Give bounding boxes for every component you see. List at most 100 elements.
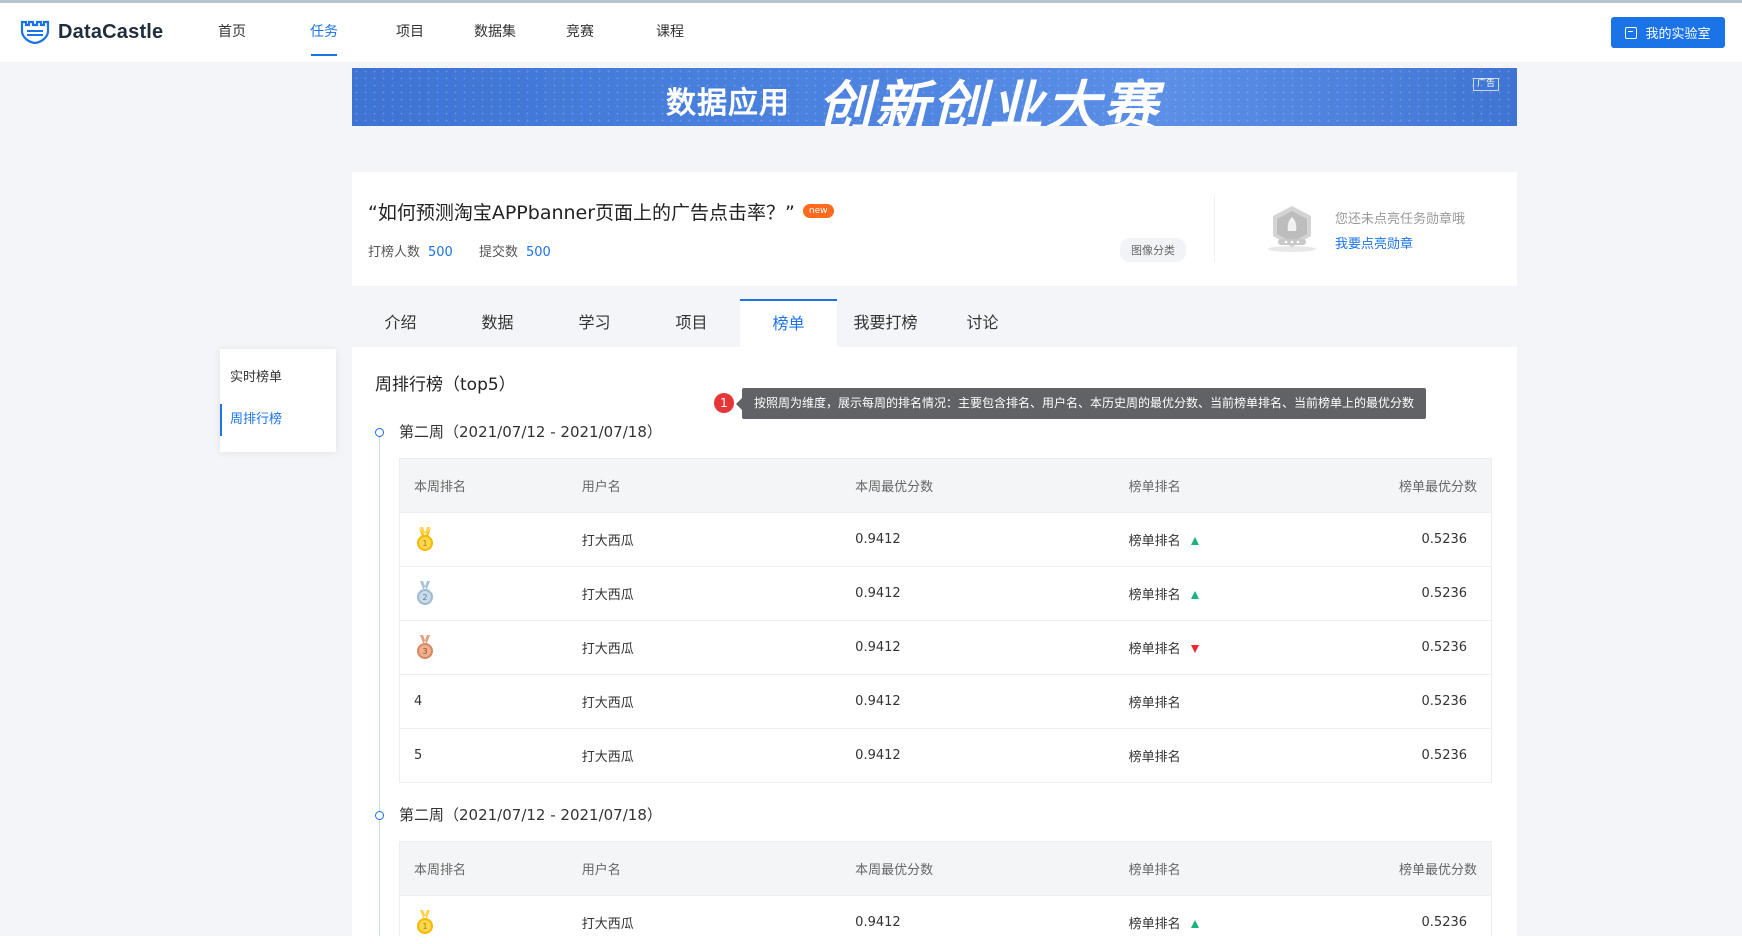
table-row: 2 打大西瓜 0.9412 榜单排名 0.5236: [400, 567, 1491, 621]
top-navbar: DataCastle 首页 任务 项目 数据集 竞赛 课程 我的实验室: [0, 0, 1742, 62]
tab-leaderboard[interactable]: 榜单: [740, 299, 837, 347]
nav-item-courses[interactable]: 课程: [606, 3, 734, 62]
submissions-value: 500: [526, 245, 551, 260]
nav-item-competitions[interactable]: 竞赛: [554, 3, 606, 62]
tab-submit[interactable]: 我要打榜: [837, 299, 934, 347]
board-score-cell: 0.5236: [1421, 640, 1468, 655]
participants-label: 打榜人数: [368, 245, 421, 260]
timeline-dot: [375, 428, 384, 437]
light-medal-link[interactable]: 我要点亮勋章: [1335, 233, 1413, 252]
username-cell[interactable]: 打大西瓜: [582, 638, 855, 657]
col-username: 用户名: [581, 863, 621, 878]
medal-rank-text: 2: [422, 593, 427, 602]
side-item-realtime[interactable]: 实时榜单: [220, 362, 336, 394]
table-header: 本周排名 用户名 本周最优分数 榜单排名 榜单最优分数: [400, 459, 1491, 513]
ad-banner[interactable]: 数据应用 创新创业大赛 广告: [352, 68, 1517, 126]
my-lab-button[interactable]: 我的实验室: [1611, 17, 1725, 48]
timeline-dot: [375, 811, 384, 820]
username-cell[interactable]: 打大西瓜: [582, 530, 855, 549]
rank-cell: 2: [400, 580, 582, 607]
tab-data[interactable]: 数据: [449, 299, 546, 347]
task-title: “如何预测淘宝APPbanner页面上的广告点击率？” new: [368, 198, 834, 225]
table-header: 本周排名 用户名 本周最优分数 榜单排名 榜单最优分数: [400, 842, 1491, 896]
tab-learn[interactable]: 学习: [546, 299, 643, 347]
banner-line2: 创新创业大赛: [818, 75, 1160, 126]
castle-logo-icon: [20, 20, 50, 44]
banner-line1: 数据应用: [666, 86, 790, 121]
nav-item-datasets[interactable]: 数据集: [436, 3, 554, 62]
week-score-cell: 0.9412: [855, 586, 901, 601]
nav-item-tasks[interactable]: 任务: [264, 3, 384, 62]
section-title: 周排行榜（top5）: [375, 375, 516, 395]
col-username: 用户名: [581, 480, 621, 495]
trend-up-icon: [1190, 590, 1199, 599]
side-item-weekly[interactable]: 周排行榜: [220, 404, 336, 436]
medal-rank-text: 1: [422, 922, 427, 931]
rank-cell: 3: [400, 634, 582, 661]
week-score-cell: 0.9412: [855, 640, 901, 655]
medal-rank-text: 3: [422, 647, 427, 656]
board-rank-cell: 榜单排名: [1129, 638, 1357, 657]
week-score-cell: 0.9412: [855, 694, 901, 709]
username-cell[interactable]: 打大西瓜: [582, 913, 855, 932]
main-nav: 首页 任务 项目 数据集 竞赛 课程: [200, 3, 734, 62]
task-card: “如何预测淘宝APPbanner页面上的广告点击率？” new 打榜人数 500 提…: [352, 172, 1517, 286]
lab-icon: [1625, 26, 1638, 39]
leaderboard-panel: 周排行榜（top5） 第二周（2021/07/12 - 2021/07/18） …: [352, 347, 1517, 944]
col-board-best-score: 榜单最优分数: [1398, 480, 1477, 495]
task-tabs: 介绍 数据 学习 项目 榜单 我要打榜 讨论: [352, 299, 1517, 347]
tab-discussion[interactable]: 讨论: [934, 299, 1031, 347]
locked-medal-icon: [1268, 206, 1316, 252]
col-week-best-score: 本周最优分数: [855, 480, 934, 495]
divider: [1214, 196, 1215, 262]
bottom-strip: [0, 936, 1742, 944]
rank-cell: 1: [400, 526, 582, 553]
col-week-best-score: 本周最优分数: [855, 863, 934, 878]
logo-text: DataCastle: [58, 20, 164, 43]
trend-up-icon: [1190, 536, 1199, 545]
week-score-cell: 0.9412: [855, 915, 901, 930]
week-score-cell: 0.9412: [855, 748, 901, 763]
board-score-cell: 0.5236: [1421, 694, 1468, 709]
username-cell[interactable]: 打大西瓜: [582, 584, 855, 603]
gold-medal-icon: 1: [417, 909, 433, 934]
col-board-rank: 榜单排名: [1128, 863, 1181, 878]
new-badge: new: [802, 203, 834, 218]
table-row: 5 打大西瓜 0.9412 榜单排名 0.5236: [400, 729, 1491, 782]
silver-medal-icon: 2: [417, 580, 433, 605]
table-row: 1 打大西瓜 0.9412 榜单排名 0.5236: [400, 513, 1491, 567]
gold-medal-icon: 1: [417, 526, 433, 551]
medal-hint: 您还未点亮任务勋章哦: [1335, 212, 1466, 227]
submissions-label: 提交数: [478, 245, 518, 260]
timeline-line: [379, 431, 380, 944]
task-title-text: “如何预测淘宝APPbanner页面上的广告点击率？”: [368, 202, 795, 224]
task-meta: 打榜人数 500 提交数 500: [368, 241, 573, 260]
trend-up-icon: [1190, 919, 1199, 928]
logo[interactable]: DataCastle: [20, 20, 163, 44]
board-rank-text: 榜单排名: [1128, 588, 1181, 603]
leaderboard-side-menu: 实时榜单 周排行榜: [220, 349, 336, 452]
week-score-cell: 0.9412: [855, 532, 901, 547]
username-cell[interactable]: 打大西瓜: [582, 692, 855, 711]
trend-down-icon: [1190, 644, 1199, 653]
nav-item-projects[interactable]: 项目: [384, 3, 436, 62]
week-table: 本周排名 用户名 本周最优分数 榜单排名 榜单最优分数 1 打大西瓜 0.941…: [399, 458, 1492, 783]
medal-rank-text: 1: [422, 539, 427, 548]
tab-projects[interactable]: 项目: [643, 299, 740, 347]
board-rank-cell: 榜单排名: [1128, 696, 1181, 711]
col-board-rank: 榜单排名: [1128, 480, 1181, 495]
participants-value: 500: [428, 245, 453, 260]
annotation-tooltip: 按照周为维度，展示每周的排名情况：主要包含排名、用户名、本历史周的最优分数、当前…: [735, 388, 1427, 419]
table-row: 3 打大西瓜 0.9412 榜单排名 0.5236: [400, 621, 1491, 675]
nav-item-home[interactable]: 首页: [200, 3, 264, 62]
rank-cell: 1: [400, 909, 582, 936]
username-cell[interactable]: 打大西瓜: [582, 746, 855, 765]
board-rank-text: 榜单排名: [1128, 917, 1181, 932]
tab-intro[interactable]: 介绍: [352, 299, 449, 347]
board-rank-text: 榜单排名: [1128, 642, 1181, 657]
my-lab-label: 我的实验室: [1645, 27, 1711, 42]
annotation-number: 1: [714, 393, 734, 413]
table-row: 4 打大西瓜 0.9412 榜单排名 0.5236: [400, 675, 1491, 729]
board-rank-cell: 榜单排名: [1129, 913, 1357, 932]
rank-cell: 4: [414, 694, 423, 709]
